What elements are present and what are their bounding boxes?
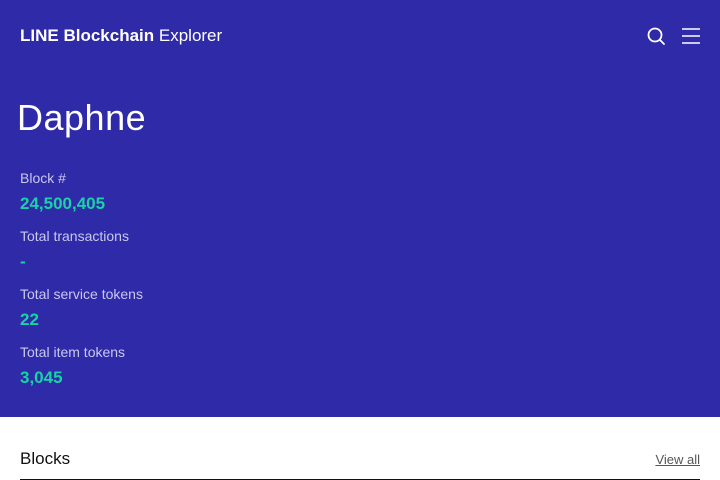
hero-panel: LINE Blockchain Explorer Daphne Block # … — [0, 0, 720, 417]
stat-label: Total service tokens — [20, 286, 143, 302]
blocks-section-title: Blocks — [20, 449, 71, 468]
network-name-heading: Daphne — [17, 97, 147, 138]
brand-logo[interactable]: LINE Blockchain Explorer — [20, 24, 222, 48]
brand-suffix: Explorer — [158, 26, 223, 45]
blocks-section: Blocks View all — [20, 417, 700, 480]
brand-name: LINE Blockchain — [20, 26, 155, 45]
stat-label: Block # — [20, 170, 66, 186]
top-navigation-bar: LINE Blockchain Explorer — [0, 0, 720, 72]
stat-block-number: Block # 24,500,405 — [20, 169, 105, 215]
stat-total-item-tokens: Total item tokens 3,045 — [20, 343, 125, 389]
stat-total-service-tokens: Total service tokens 22 — [20, 285, 143, 331]
hamburger-menu-icon[interactable] — [679, 24, 703, 48]
stat-value: 24,500,405 — [20, 194, 106, 213]
stat-value: 22 — [20, 310, 39, 329]
stat-total-transactions: Total transactions - — [20, 227, 129, 273]
stat-label: Total transactions — [20, 228, 129, 244]
stat-label: Total item tokens — [20, 344, 126, 360]
view-all-blocks-link[interactable]: View all — [655, 452, 700, 468]
stat-value: - — [20, 252, 26, 271]
stat-value: 3,045 — [20, 368, 63, 387]
search-icon[interactable] — [644, 24, 668, 48]
